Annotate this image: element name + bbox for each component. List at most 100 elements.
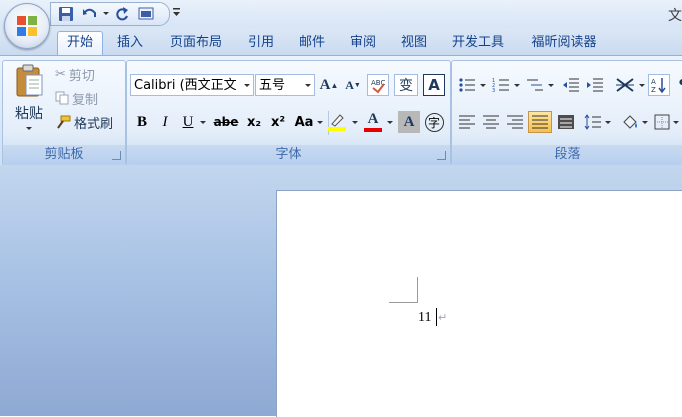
font-size-value: 五号 [259, 78, 286, 93]
bullets-icon [459, 78, 475, 92]
ribbon: 粘贴 ✂ 剪切 复制 格式刷 剪贴板 Calibri (西文正文 五号 A▲ [0, 55, 682, 166]
show-marks-button[interactable]: ¶ [674, 74, 682, 96]
svg-text:A: A [651, 78, 656, 86]
highlight-button[interactable] [324, 111, 350, 133]
title-bar: 文 [0, 0, 682, 28]
save-icon[interactable] [57, 5, 75, 23]
sort-button[interactable]: AZ [648, 74, 670, 96]
customize-toolbar-icon[interactable] [172, 6, 182, 20]
highlight-dropdown-icon[interactable] [351, 111, 359, 133]
format-painter-label: 格式刷 [74, 116, 114, 132]
cut-button[interactable]: ✂ 剪切 [55, 63, 95, 85]
tab-mailings[interactable]: 邮件 [290, 32, 334, 54]
paste-dropdown-icon[interactable] [26, 127, 32, 130]
character-border-icon: A [428, 76, 440, 94]
office-button[interactable] [4, 3, 50, 49]
copy-button[interactable]: 复制 [55, 87, 98, 109]
italic-button[interactable]: I [156, 111, 174, 133]
paragraph-mark-icon: ↵ [438, 311, 448, 324]
numbering-button[interactable]: 123 [490, 74, 512, 96]
enclose-characters-button[interactable]: 字 [423, 111, 445, 133]
format-painter-icon [57, 115, 71, 129]
format-painter-button[interactable]: 格式刷 [55, 111, 113, 133]
font-dialog-launcher-icon[interactable] [437, 151, 446, 160]
font-size-dropdown-icon[interactable] [302, 75, 314, 95]
font-color-dropdown-icon[interactable] [386, 111, 394, 133]
clipboard-dialog-launcher-icon[interactable] [112, 151, 121, 160]
font-size-combo[interactable]: 五号 [255, 74, 315, 96]
font-color-button[interactable]: A [361, 111, 385, 133]
quick-access-toolbar [50, 2, 170, 26]
document-text[interactable]: 11 [418, 310, 431, 326]
multilevel-list-dropdown-icon[interactable] [547, 74, 555, 96]
underline-dropdown-icon[interactable] [198, 111, 208, 133]
tab-foxit-reader[interactable]: 福昕阅读器 [522, 32, 606, 54]
multilevel-list-button[interactable] [524, 74, 546, 96]
align-center-button[interactable] [480, 111, 502, 133]
font-group-label: 字体 [127, 145, 450, 165]
shading-dropdown-icon[interactable] [641, 111, 649, 133]
window-title: 文 [668, 8, 682, 24]
strikethrough-button[interactable]: abe [213, 111, 239, 133]
chinese-layout-button[interactable] [612, 74, 638, 96]
svg-text:Z: Z [651, 86, 656, 94]
paste-button[interactable]: 粘贴 [7, 63, 51, 135]
increase-indent-button[interactable] [584, 74, 606, 96]
document-page[interactable] [276, 190, 682, 417]
shrink-font-button[interactable]: A ▼ [343, 74, 363, 96]
shading-button[interactable] [619, 111, 641, 133]
redo-icon[interactable] [113, 5, 131, 23]
paragraph-group: 123 AZ ¶ [451, 60, 682, 166]
bold-button[interactable]: B [133, 111, 151, 133]
align-left-icon [459, 115, 475, 129]
chinese-layout-icon [616, 78, 634, 92]
font-name-dropdown-icon[interactable] [241, 75, 253, 95]
tab-home[interactable]: 开始 [57, 31, 103, 56]
character-shading-button[interactable]: A [398, 111, 420, 133]
tab-references[interactable]: 引用 [239, 32, 283, 54]
tab-review[interactable]: 审阅 [341, 32, 385, 54]
align-left-button[interactable] [456, 111, 478, 133]
print-preview-icon[interactable] [137, 5, 155, 23]
tab-page-layout[interactable]: 页面布局 [160, 32, 232, 54]
font-name-value: Calibri (西文正文 [134, 78, 237, 93]
distributed-button[interactable] [555, 111, 577, 133]
phonetic-guide-icon: 变 [399, 78, 413, 94]
numbering-dropdown-icon[interactable] [513, 74, 521, 96]
change-case-dropdown-icon[interactable] [316, 111, 324, 133]
undo-dropdown-icon[interactable] [103, 12, 109, 15]
underline-button[interactable]: U [179, 111, 197, 133]
justify-button[interactable] [528, 111, 552, 133]
tab-insert[interactable]: 插入 [108, 32, 152, 54]
phonetic-guide-button[interactable]: 变 [394, 74, 418, 96]
change-case-button[interactable]: Aa [293, 111, 315, 133]
line-spacing-button[interactable] [582, 111, 604, 133]
highlighter-icon [331, 114, 344, 127]
superscript-button[interactable]: x² [267, 111, 289, 133]
borders-dropdown-icon[interactable] [672, 111, 680, 133]
align-center-icon [483, 115, 499, 129]
office-logo-icon [17, 16, 37, 36]
font-name-combo[interactable]: Calibri (西文正文 [130, 74, 254, 96]
subscript-button[interactable]: x₂ [243, 111, 265, 133]
chinese-layout-dropdown-icon[interactable] [638, 74, 646, 96]
cut-label: 剪切 [68, 68, 95, 84]
bullets-button[interactable] [456, 74, 478, 96]
clear-formatting-button[interactable]: ABC [367, 74, 389, 96]
paint-bucket-icon [623, 115, 637, 129]
undo-icon[interactable] [81, 5, 99, 23]
borders-icon [654, 114, 670, 130]
margin-corner-mark [389, 277, 418, 303]
line-spacing-dropdown-icon[interactable] [604, 111, 612, 133]
decrease-indent-button[interactable] [560, 74, 582, 96]
tab-developer[interactable]: 开发工具 [443, 32, 513, 54]
clipboard-group-label: 剪贴板 [3, 145, 125, 165]
tab-view[interactable]: 视图 [392, 32, 436, 54]
bullets-dropdown-icon[interactable] [479, 74, 487, 96]
align-right-button[interactable] [504, 111, 526, 133]
shrink-font-icon: A [345, 77, 354, 92]
borders-button[interactable] [652, 111, 672, 133]
paste-label: 粘贴 [15, 106, 43, 122]
grow-font-button[interactable]: A ▲ [319, 74, 339, 96]
character-border-button[interactable]: A [423, 74, 445, 96]
